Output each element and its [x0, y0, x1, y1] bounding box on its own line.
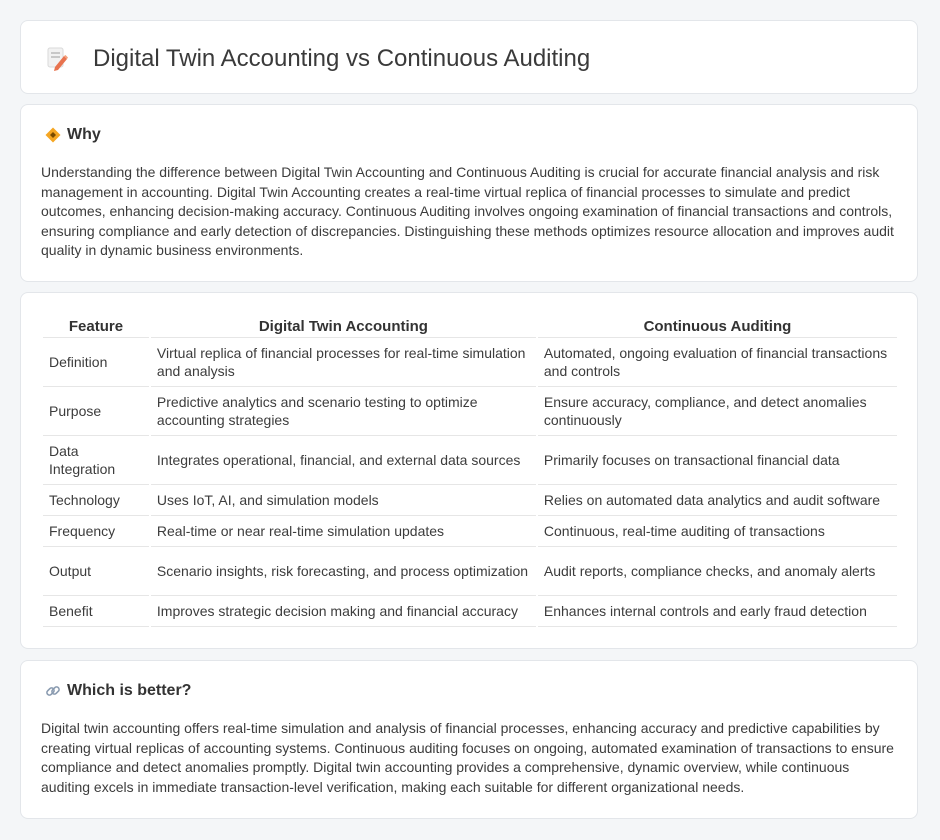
feature-cell: Purpose	[43, 387, 149, 436]
title-card: Digital Twin Accounting vs Continuous Au…	[20, 20, 918, 94]
table-row: Output Scenario insights, risk forecasti…	[43, 547, 897, 596]
feature-cell: Benefit	[43, 596, 149, 627]
digital-twin-cell: Scenario insights, risk forecasting, and…	[150, 547, 536, 596]
document-pencil-icon	[47, 47, 68, 71]
diamond-sign-icon	[45, 127, 61, 143]
which-is-better-text: Digital twin accounting offers real-time…	[41, 720, 894, 795]
header-continuous-auditing: Continuous Auditing	[537, 315, 897, 338]
digital-twin-cell: Virtual replica of financial processes f…	[150, 338, 536, 387]
why-title: Why	[67, 126, 101, 143]
which-is-better-section: Which is better? Digital twin accounting…	[20, 660, 918, 819]
table-row: Frequency Real-time or near real-time si…	[43, 516, 897, 547]
why-text: Understanding the difference between Dig…	[41, 164, 894, 258]
feature-cell: Definition	[43, 338, 149, 387]
table-row: Benefit Improves strategic decision maki…	[43, 596, 897, 627]
digital-twin-cell: Real-time or near real-time simulation u…	[150, 516, 536, 547]
continuous-auditing-cell: Automated, ongoing evaluation of financi…	[537, 338, 897, 387]
table-row: Data Integration Integrates operational,…	[43, 436, 897, 485]
feature-cell: Output	[43, 547, 149, 596]
digital-twin-cell: Integrates operational, financial, and e…	[150, 436, 536, 485]
table-row: Definition Virtual replica of financial …	[43, 338, 897, 387]
comparison-table-card: Feature Digital Twin Accounting Continuo…	[20, 292, 918, 649]
header-feature: Feature	[43, 315, 149, 338]
feature-cell: Frequency	[43, 516, 149, 547]
table-row: Purpose Predictive analytics and scenari…	[43, 387, 897, 436]
feature-cell: Technology	[43, 485, 149, 516]
comparison-table: Feature Digital Twin Accounting Continuo…	[41, 315, 899, 627]
continuous-auditing-cell: Audit reports, compliance checks, and an…	[537, 547, 897, 596]
table-header-row: Feature Digital Twin Accounting Continuo…	[43, 315, 897, 338]
digital-twin-cell: Uses IoT, AI, and simulation models	[150, 485, 536, 516]
continuous-auditing-cell: Ensure accuracy, compliance, and detect …	[537, 387, 897, 436]
link-icon	[46, 686, 60, 696]
header-digital-twin: Digital Twin Accounting	[150, 315, 536, 338]
continuous-auditing-cell: Primarily focuses on transactional finan…	[537, 436, 897, 485]
digital-twin-cell: Predictive analytics and scenario testin…	[150, 387, 536, 436]
page-title: Digital Twin Accounting vs Continuous Au…	[93, 45, 591, 72]
digital-twin-cell: Improves strategic decision making and f…	[150, 596, 536, 627]
continuous-auditing-cell: Continuous, real-time auditing of transa…	[537, 516, 897, 547]
continuous-auditing-cell: Enhances internal controls and early fra…	[537, 596, 897, 627]
why-section: Why Understanding the difference between…	[20, 104, 918, 282]
feature-cell: Data Integration	[43, 436, 149, 485]
table-row: Technology Uses IoT, AI, and simulation …	[43, 485, 897, 516]
which-is-better-title: Which is better?	[67, 682, 192, 699]
continuous-auditing-cell: Relies on automated data analytics and a…	[537, 485, 897, 516]
